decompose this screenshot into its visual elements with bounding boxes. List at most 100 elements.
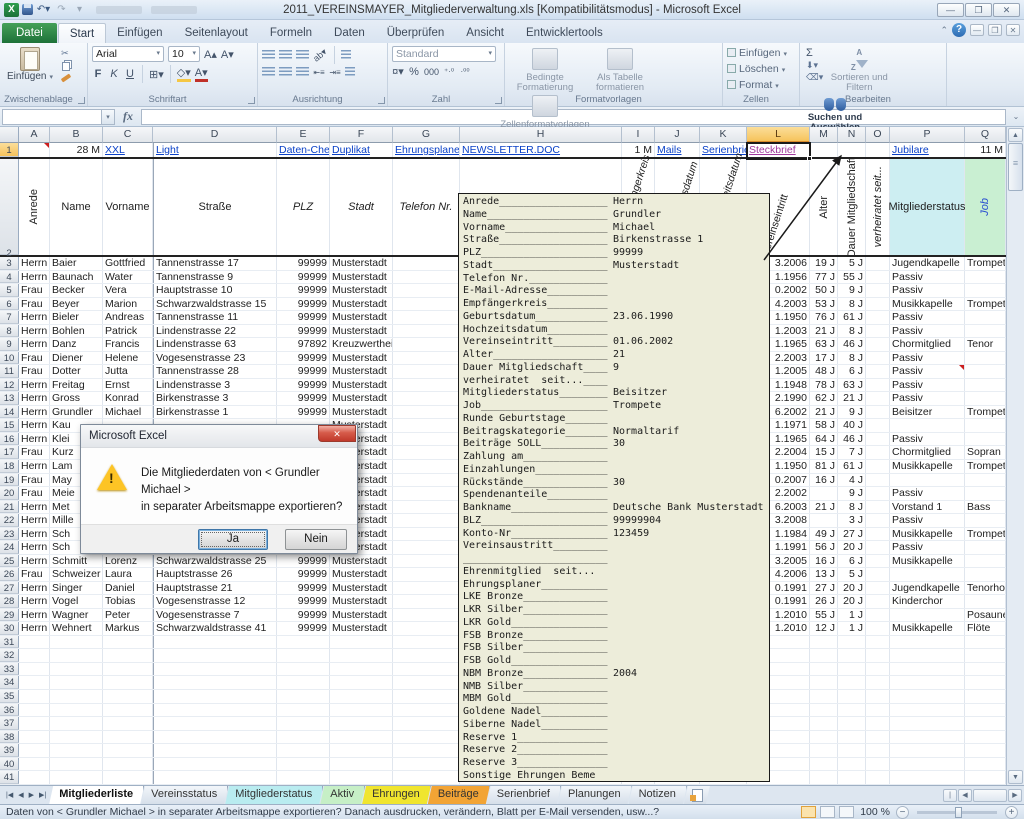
cell-M25[interactable]: 16 J (810, 555, 838, 568)
cell-G3[interactable] (393, 257, 460, 270)
cell-J1[interactable]: Mails (655, 143, 700, 157)
cell-E32[interactable] (277, 649, 330, 662)
cell-O5[interactable] (866, 284, 890, 297)
cell-A21[interactable]: Herrn (19, 501, 50, 514)
cell-E30[interactable]: 99999 (277, 622, 330, 635)
row-header-36[interactable]: 36 (0, 704, 19, 717)
sheet-tab-mitgliederstatus[interactable]: Mitgliederstatus (225, 786, 323, 804)
cell-P28[interactable]: Kinderchor (890, 595, 965, 608)
cell-D10[interactable]: Vogesenstrasse 23 (153, 352, 277, 365)
cell-G15[interactable] (393, 419, 460, 432)
column-header-L[interactable]: L (747, 127, 810, 143)
cell-N24[interactable]: 20 J (838, 541, 866, 554)
header-cell-A[interactable]: Anrede (19, 159, 50, 255)
cell-E39[interactable] (277, 744, 330, 757)
cell-P29[interactable] (890, 609, 965, 622)
cell-F25[interactable]: Musterstadt (330, 555, 393, 568)
align-top-icon[interactable] (262, 50, 275, 60)
cell-A1[interactable] (19, 143, 50, 157)
cell-F8[interactable]: Musterstadt (330, 325, 393, 338)
cell-D30[interactable]: Schwarzwaldstrasse 41 (153, 622, 277, 635)
cell-Q16[interactable] (965, 433, 1006, 446)
copy-icon[interactable] (62, 62, 70, 71)
insert-worksheet-icon[interactable] (684, 786, 710, 804)
column-header-E[interactable]: E (277, 127, 330, 143)
cell-A27[interactable]: Herrn (19, 582, 50, 595)
clear-icon[interactable]: ⌫▾ (806, 72, 823, 82)
cell-N20[interactable]: 9 J (838, 487, 866, 500)
cell-O30[interactable] (866, 622, 890, 635)
zoom-slider-thumb[interactable] (955, 807, 962, 818)
cell-F37[interactable] (330, 717, 393, 730)
conditional-formatting-button[interactable]: Bedingte Formatierung (509, 46, 581, 93)
column-header-O[interactable]: O (866, 127, 890, 143)
cell-P13[interactable]: Passiv (890, 392, 965, 405)
format-painter-icon[interactable] (61, 73, 71, 82)
scroll-down-icon[interactable]: ▼ (1008, 770, 1023, 784)
cell-C3[interactable]: Gottfried (103, 257, 153, 270)
cell-B3[interactable]: Baier (50, 257, 103, 270)
cell-O29[interactable] (866, 609, 890, 622)
increase-decimal-icon[interactable]: ⁺·⁰ (443, 67, 455, 76)
cell-P17[interactable]: Chormitglied (890, 446, 965, 459)
cell-G20[interactable] (393, 487, 460, 500)
cell-C28[interactable]: Tobias (103, 595, 153, 608)
cell-M22[interactable] (810, 514, 838, 527)
cell-B14[interactable]: Grundler (50, 406, 103, 419)
row-header-21[interactable]: 21 (0, 501, 19, 514)
row-header-35[interactable]: 35 (0, 690, 19, 703)
cell-Q36[interactable] (965, 704, 1006, 717)
cell-Q23[interactable]: Trompete (965, 528, 1006, 541)
cell-B10[interactable]: Diener (50, 352, 103, 365)
cell-A13[interactable]: Herrn (19, 392, 50, 405)
sheet-tab-aktiv[interactable]: Aktiv (320, 786, 365, 804)
cell-P30[interactable]: Musikkapelle (890, 622, 965, 635)
font-dialog-launcher-icon[interactable] (248, 97, 255, 104)
cell-E14[interactable]: 99999 (277, 406, 330, 419)
cell-C40[interactable] (103, 758, 153, 771)
cell-G9[interactable] (393, 338, 460, 351)
cell-N7[interactable]: 61 J (838, 311, 866, 324)
cell-G18[interactable] (393, 460, 460, 473)
cell-O12[interactable] (866, 379, 890, 392)
link-jubilare[interactable]: Jubilare (892, 144, 929, 156)
header-cell-F[interactable]: Stadt (330, 159, 393, 255)
cell-B26[interactable]: Schweizer (50, 568, 103, 581)
cell-M40[interactable] (810, 758, 838, 771)
column-header-I[interactable]: I (622, 127, 655, 143)
vertical-scrollbar[interactable]: ▲ ▼ (1006, 127, 1024, 785)
first-sheet-icon[interactable]: |◀ (4, 791, 15, 799)
cell-G14[interactable] (393, 406, 460, 419)
cell-P19[interactable] (890, 474, 965, 487)
cell-B13[interactable]: Gross (50, 392, 103, 405)
cell-B29[interactable]: Wagner (50, 609, 103, 622)
nein-button[interactable]: Nein (285, 529, 347, 550)
cell-M4[interactable]: 77 J (810, 271, 838, 284)
cell-G10[interactable] (393, 352, 460, 365)
row-header-26[interactable]: 26 (0, 568, 19, 581)
cell-A28[interactable]: Herrn (19, 595, 50, 608)
cell-O22[interactable] (866, 514, 890, 527)
cell-F31[interactable] (330, 636, 393, 649)
cell-N4[interactable]: 55 J (838, 271, 866, 284)
row-header-38[interactable]: 38 (0, 731, 19, 744)
cell-P25[interactable]: Musikkapelle (890, 555, 965, 568)
cell-Q19[interactable] (965, 474, 1006, 487)
increase-indent-icon[interactable]: ⇥≡ (329, 68, 341, 77)
link-ehrungsplaner[interactable]: Ehrungsplaner (395, 144, 460, 156)
cell-O13[interactable] (866, 392, 890, 405)
cell-A34[interactable] (19, 676, 50, 689)
cell-F28[interactable]: Musterstadt (330, 595, 393, 608)
header-cell-P[interactable]: Mitgliederstatus (890, 159, 965, 255)
column-header-Q[interactable]: Q (965, 127, 1006, 143)
cell-G40[interactable] (393, 758, 460, 771)
cell-P22[interactable]: Passiv (890, 514, 965, 527)
cell-A29[interactable]: Herrn (19, 609, 50, 622)
cell-P9[interactable]: Chormitglied (890, 338, 965, 351)
cell-F7[interactable]: Musterstadt (330, 311, 393, 324)
percent-style-icon[interactable]: % (408, 66, 420, 78)
cell-N35[interactable] (838, 690, 866, 703)
cell-M6[interactable]: 53 J (810, 298, 838, 311)
cell-C1[interactable]: XXL (103, 143, 153, 157)
cell-C36[interactable] (103, 704, 153, 717)
